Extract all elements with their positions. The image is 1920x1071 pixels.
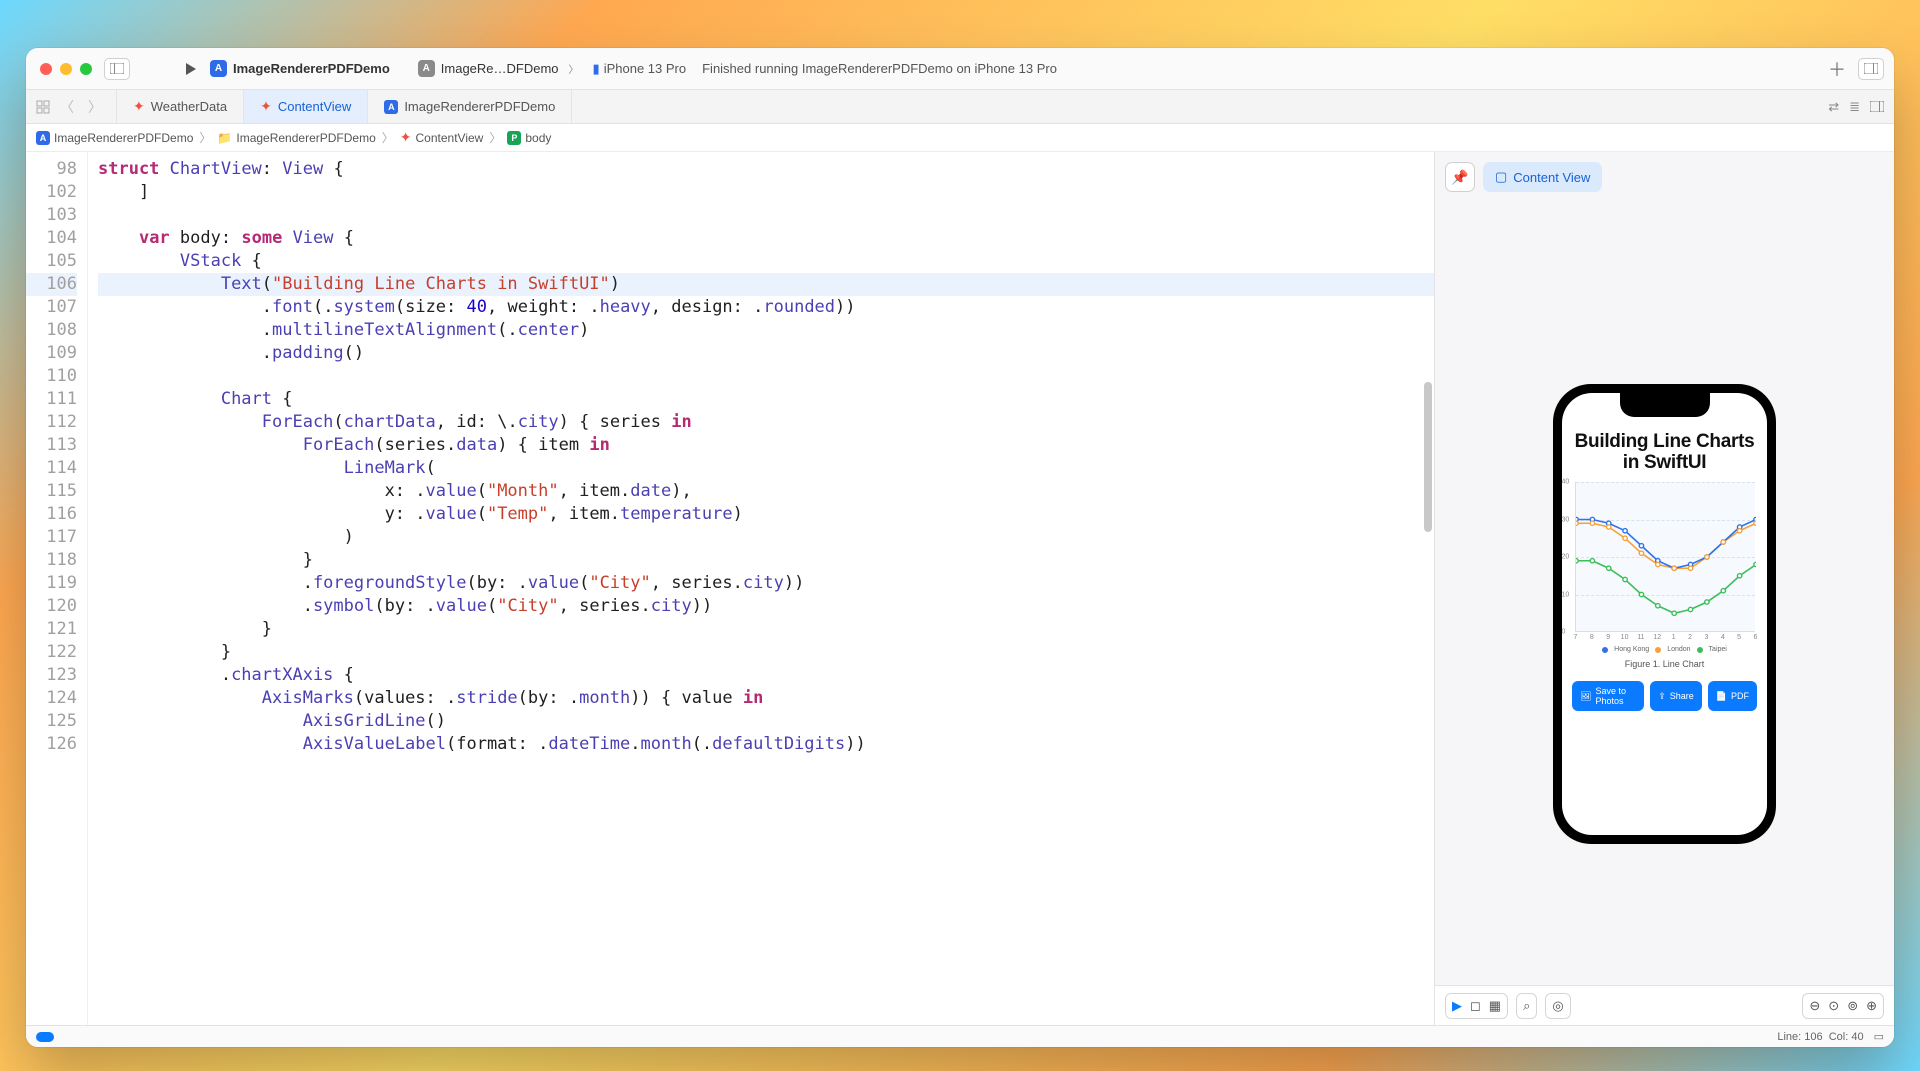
- tab-weatherdata[interactable]: ✦ WeatherData: [117, 90, 244, 123]
- preview-toolbar: ▶ ◻ ▦ ⌕ ◎ ⊖ ⊙ ⊚ ⊕: [1435, 985, 1894, 1025]
- folder-icon: 📁: [217, 131, 232, 145]
- statusbar: Line: 106 Col: 40 ▭: [26, 1025, 1894, 1047]
- minimize-icon[interactable]: [60, 63, 72, 75]
- cursor-position: Line: 106 Col: 40: [1777, 1031, 1863, 1043]
- preview-canvas[interactable]: Building Line Charts in SwiftUI 01020304…: [1435, 202, 1894, 1025]
- zoom-icon[interactable]: [80, 63, 92, 75]
- preview-mode-group[interactable]: ▶ ◻ ▦: [1445, 993, 1508, 1019]
- traffic-lights: [36, 63, 96, 75]
- swift-icon: ✦: [400, 129, 412, 146]
- chevron-right-icon: 〉: [380, 129, 396, 146]
- app-icon: A: [210, 60, 227, 77]
- project-icon: A: [384, 100, 398, 114]
- selectable-preview-icon[interactable]: ◻: [1470, 998, 1481, 1014]
- code-area[interactable]: struct ChartView: View { ] var body: som…: [88, 152, 1434, 1025]
- status-indicator: [36, 1032, 54, 1042]
- close-icon[interactable]: [40, 63, 52, 75]
- live-preview-icon[interactable]: ▶: [1452, 998, 1462, 1014]
- scheme-selector[interactable]: A ImageRendererPDFDemo: [210, 56, 390, 82]
- tab-imagerendererpdfdemo[interactable]: A ImageRendererPDFDemo: [368, 90, 572, 123]
- breadcrumb-item: ImageRendererPDFDemo: [236, 131, 375, 145]
- preview-selector[interactable]: ▢ Content View: [1483, 162, 1602, 192]
- chart-title: Building Line Charts in SwiftUI: [1572, 431, 1757, 475]
- chevron-right-icon: 〉: [565, 61, 583, 76]
- zoom-in-icon[interactable]: ⊕: [1866, 998, 1877, 1014]
- split-editor-icon[interactable]: [1870, 101, 1884, 112]
- main-split: 9810210310410510610710810911011111211311…: [26, 152, 1894, 1025]
- button-icon: 🖼: [1580, 691, 1591, 702]
- chevron-right-icon: 〉: [197, 129, 213, 146]
- chart-caption: Figure 1. Line Chart: [1625, 659, 1705, 669]
- preview-settings[interactable]: ◎: [1545, 993, 1570, 1019]
- breadcrumb-item: ContentView: [416, 131, 484, 145]
- preview-name: Content View: [1513, 170, 1590, 185]
- run-button-icon[interactable]: [180, 58, 202, 80]
- variants-icon[interactable]: ▦: [1489, 998, 1501, 1014]
- nav-forward-icon[interactable]: 〉: [84, 97, 106, 117]
- scrollbar[interactable]: [1424, 382, 1432, 532]
- swift-icon: ✦: [133, 98, 145, 115]
- button-icon: 📄: [1716, 691, 1727, 702]
- project-name: ImageRendererPDFDemo: [233, 61, 390, 76]
- preview-icon: ▢: [1495, 169, 1507, 185]
- tabbar: 〈 〉 ✦ WeatherData ✦ ContentView A ImageRender…: [26, 90, 1894, 124]
- titlebar: A ImageRendererPDFDemo A ImageRe…DFDemo …: [26, 48, 1894, 90]
- button-label: Save to Photos: [1595, 686, 1636, 706]
- orientation-icon[interactable]: ⌕: [1523, 998, 1530, 1014]
- gutter: 9810210310410510610710810911011111211311…: [26, 152, 88, 1025]
- scheme-app-icon: A: [418, 60, 435, 77]
- tab-label: WeatherData: [151, 99, 227, 114]
- property-icon: P: [507, 131, 521, 145]
- nav-back-icon[interactable]: 〈: [56, 97, 78, 117]
- activity-status: Finished running ImageRendererPDFDemo on…: [702, 61, 1057, 76]
- preview-button-pdf[interactable]: 📄 PDF: [1708, 681, 1757, 711]
- sidebar-toggle-icon[interactable]: [104, 58, 130, 80]
- zoom-actual-icon[interactable]: ⊚: [1847, 998, 1858, 1014]
- button-label: Share: [1670, 691, 1694, 701]
- adjust-editor-icon[interactable]: ≣: [1849, 99, 1860, 115]
- add-button-icon[interactable]: ＋: [1828, 56, 1846, 82]
- tab-label: ImageRendererPDFDemo: [404, 99, 555, 114]
- scheme-name: ImageRe…DFDemo: [441, 61, 559, 76]
- xcode-window: A ImageRendererPDFDemo A ImageRe…DFDemo …: [26, 48, 1894, 1047]
- related-items-icon[interactable]: [36, 100, 50, 114]
- zoom-fit-icon[interactable]: ⊙: [1828, 998, 1839, 1014]
- refresh-icon[interactable]: ⇄: [1828, 99, 1839, 115]
- tab-nav: 〈 〉: [26, 90, 117, 123]
- device-screen: Building Line Charts in SwiftUI 01020304…: [1562, 393, 1767, 835]
- chart-legend: Hong KongLondonTaipei: [1602, 646, 1727, 653]
- preview-panel: 📌 ▢ Content View Building Line Charts in…: [1434, 152, 1894, 1025]
- minimap-icon[interactable]: ▭: [1874, 1030, 1884, 1043]
- library-toggle-icon[interactable]: [1858, 58, 1884, 80]
- run-destination[interactable]: A ImageRe…DFDemo 〉 ▮ iPhone 13 Pro: [418, 56, 686, 82]
- chevron-right-icon: 〉: [487, 129, 503, 146]
- device-name: iPhone 13 Pro: [604, 61, 686, 76]
- device-frame: Building Line Charts in SwiftUI 01020304…: [1553, 384, 1776, 844]
- code-editor[interactable]: 9810210310410510610710810911011111211311…: [26, 152, 1434, 1025]
- breadcrumb-item: ImageRendererPDFDemo: [54, 131, 193, 145]
- preview-buttons: 🖼 Save to Photos ⇪ Share 📄 PDF: [1572, 681, 1757, 711]
- preview-button-save-to-photos[interactable]: 🖼 Save to Photos: [1572, 681, 1644, 711]
- breadcrumb[interactable]: A ImageRendererPDFDemo 〉 📁 ImageRenderer…: [26, 124, 1894, 152]
- device-settings-group[interactable]: ⌕: [1516, 993, 1537, 1019]
- phone-icon: ▮: [593, 61, 600, 77]
- zoom-group[interactable]: ⊖ ⊙ ⊚ ⊕: [1802, 993, 1884, 1019]
- breadcrumb-item: body: [525, 131, 551, 145]
- pin-icon[interactable]: 📌: [1445, 162, 1475, 192]
- button-label: PDF: [1731, 691, 1749, 701]
- button-icon: ⇪: [1658, 691, 1666, 702]
- settings-icon[interactable]: ◎: [1552, 998, 1563, 1014]
- tab-contentview[interactable]: ✦ ContentView: [244, 90, 368, 123]
- project-icon: A: [36, 131, 50, 145]
- preview-button-share[interactable]: ⇪ Share: [1650, 681, 1702, 711]
- notch: [1620, 393, 1710, 417]
- chart: 010203040789101112123456: [1575, 482, 1755, 632]
- zoom-out-icon[interactable]: ⊖: [1809, 998, 1820, 1014]
- tab-label: ContentView: [278, 99, 351, 114]
- swift-icon: ✦: [260, 98, 272, 115]
